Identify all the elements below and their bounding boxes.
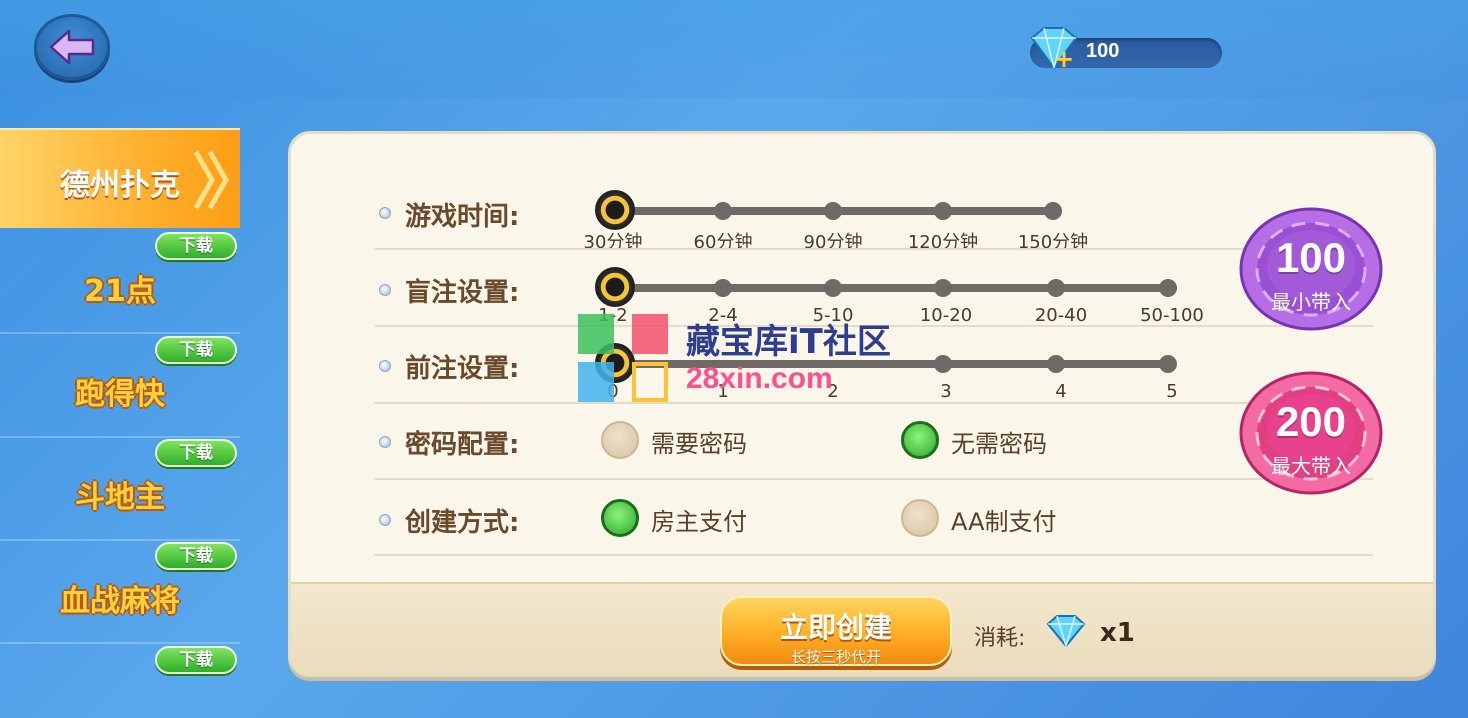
top-bar	[0, 0, 1468, 98]
download-button[interactable]: 下载	[155, 336, 237, 364]
bullet-icon	[379, 514, 391, 526]
game-time-option: 150分钟	[1017, 232, 1089, 253]
ante-stop[interactable]	[1047, 355, 1065, 373]
row-divider	[375, 248, 1373, 250]
create-now-button[interactable]: 立即创建 长按三秒代开	[720, 596, 952, 666]
game-time-label: 游戏时间:	[405, 202, 520, 232]
bullet-icon	[379, 284, 391, 296]
game-sidebar: 德州扑克 下载 21点 下载 跑得快 下载 斗地主 下载 血战麻将 下载	[0, 128, 242, 688]
watermark-logo-square	[578, 362, 614, 402]
create-now-sublabel: 长按三秒代开	[790, 648, 881, 666]
cost-label: 消耗:	[974, 626, 1026, 651]
max-buyin-value: 200	[1275, 398, 1347, 445]
game-time-stop[interactable]	[1044, 202, 1062, 220]
aa-pay-radio[interactable]	[901, 499, 939, 537]
owner-pay-radio[interactable]	[601, 499, 639, 537]
blind-slider-track[interactable]	[613, 284, 1175, 292]
sidebar-item-label: 斗地主	[75, 480, 165, 515]
ante-option: 3	[940, 381, 952, 402]
add-gem-icon[interactable]: +	[1054, 47, 1076, 71]
row-divider	[375, 478, 1373, 480]
cost-multiplier: x1	[1100, 618, 1135, 648]
watermark-url: 28xin.com	[686, 362, 833, 395]
diamond-icon	[1046, 615, 1086, 648]
create-now-label: 立即创建	[779, 611, 892, 644]
game-time-stop[interactable]	[824, 202, 842, 220]
game-time-option: 30分钟	[583, 232, 643, 253]
bullet-icon	[379, 207, 391, 219]
blind-slider-handle[interactable]	[595, 267, 635, 307]
blind-option: 20-40	[1034, 305, 1088, 326]
password-required-radio[interactable]	[601, 421, 639, 459]
ante-label: 前注设置:	[405, 354, 520, 384]
watermark-logo-square	[578, 314, 614, 354]
blind-label: 盲注设置:	[405, 278, 520, 308]
sidebar-item-label: 血战麻将	[60, 584, 180, 619]
sidebar-item-texas-holdem[interactable]: 德州扑克	[0, 128, 240, 228]
max-buyin-caption: 最大带入	[1271, 454, 1351, 478]
password-none-label: 无需密码	[951, 430, 1047, 458]
download-button[interactable]: 下载	[155, 646, 237, 674]
bullet-icon	[379, 436, 391, 448]
bullet-icon	[379, 360, 391, 372]
watermark-logo-square	[632, 314, 668, 354]
password-label: 密码配置:	[405, 430, 520, 460]
ante-option: 4	[1055, 381, 1067, 402]
min-buyin-caption: 最小带入	[1271, 290, 1351, 314]
game-time-stop[interactable]	[934, 202, 952, 220]
password-none-radio[interactable]	[901, 421, 939, 459]
blind-stop[interactable]	[714, 279, 732, 297]
aa-pay-label: AA制支付	[951, 508, 1057, 536]
blind-stop[interactable]	[934, 279, 952, 297]
game-time-slider-handle[interactable]	[595, 190, 635, 230]
back-arrow-icon	[49, 29, 95, 65]
gem-count: 100	[1086, 40, 1120, 62]
game-time-option: 120分钟	[907, 232, 979, 253]
download-button[interactable]: 下载	[155, 232, 237, 260]
ante-option: 5	[1166, 381, 1178, 402]
password-required-label: 需要密码	[651, 430, 747, 458]
blind-stop[interactable]	[824, 279, 842, 297]
back-button[interactable]	[34, 14, 110, 80]
blind-option: 10-20	[919, 305, 973, 326]
download-button[interactable]: 下载	[155, 542, 237, 570]
game-time-option: 60分钟	[693, 232, 753, 253]
game-time-option: 90分钟	[803, 232, 863, 253]
ante-stop[interactable]	[1159, 355, 1177, 373]
sidebar-item-label: 跑得快	[75, 377, 165, 412]
active-chevron-icon	[193, 150, 229, 210]
min-buyin-value: 100	[1275, 234, 1347, 281]
owner-pay-label: 房主支付	[651, 508, 747, 536]
watermark-text: 藏宝库iT社区	[686, 322, 891, 362]
ante-stop[interactable]	[934, 355, 952, 373]
divider	[0, 539, 240, 541]
watermark-logo-square	[632, 362, 668, 402]
watermark: 藏宝库iT社区 28xin.com	[578, 314, 898, 406]
blind-stop[interactable]	[1047, 279, 1065, 297]
min-buyin-chip[interactable]: 100 最小带入	[1238, 206, 1384, 332]
blind-stop[interactable]	[1159, 279, 1177, 297]
blind-option: 50-100	[1140, 305, 1204, 326]
max-buyin-chip[interactable]: 200 最大带入	[1238, 370, 1384, 496]
game-time-stop[interactable]	[714, 202, 732, 220]
create-mode-label: 创建方式:	[405, 508, 520, 538]
sidebar-item-label: 21点	[84, 274, 156, 309]
divider	[0, 436, 240, 438]
download-button[interactable]: 下载	[155, 439, 237, 467]
divider	[0, 642, 240, 644]
row-divider	[375, 554, 1373, 556]
divider	[0, 332, 240, 334]
